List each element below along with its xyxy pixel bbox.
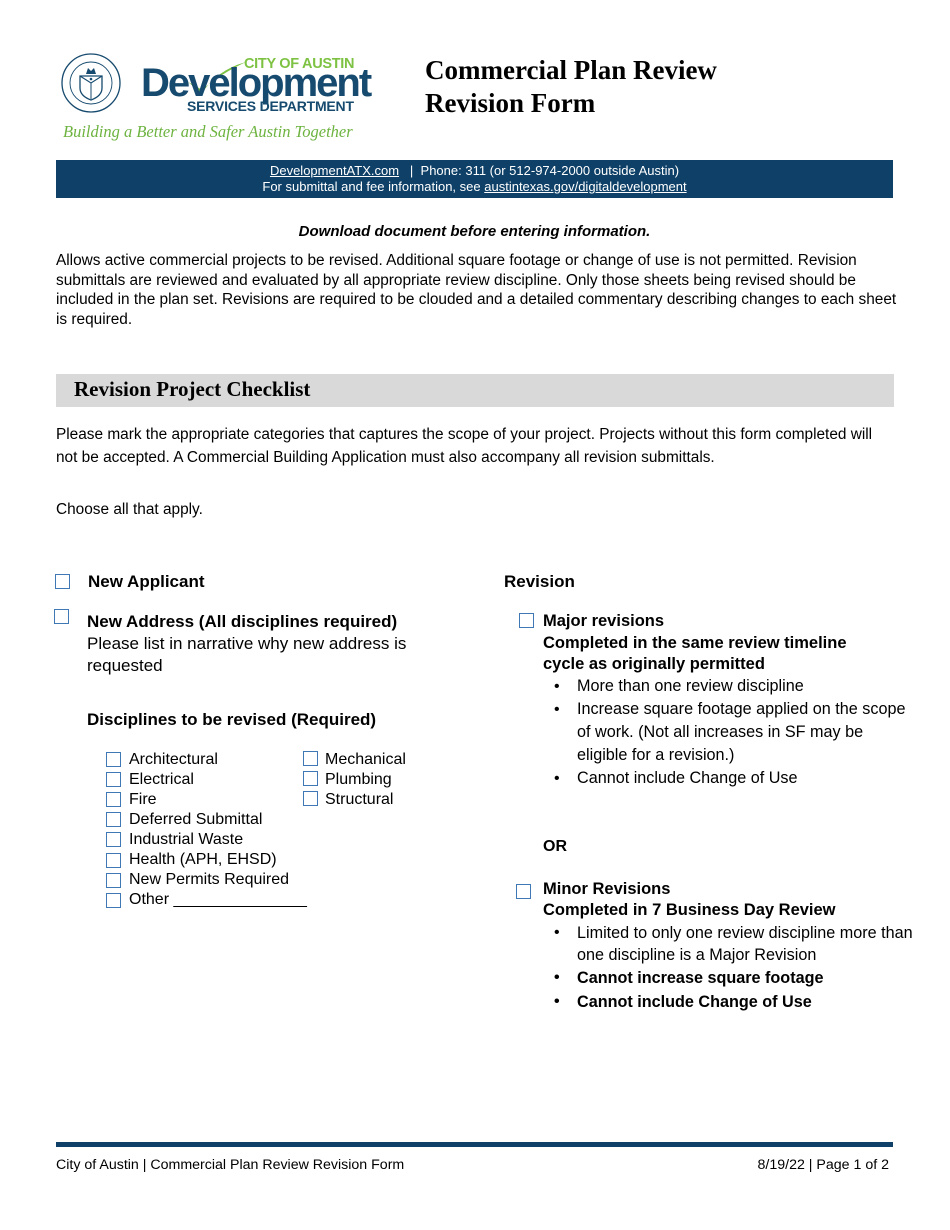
discipline-health-checkbox[interactable] xyxy=(106,853,121,868)
discipline-other-label[interactable]: Other _______________ xyxy=(129,890,307,910)
major-revisions-subtitle: Completed in the same review timeline cy… xyxy=(543,634,847,673)
discipline-fire-checkbox[interactable] xyxy=(106,792,121,807)
discipline-new-permits-checkbox[interactable] xyxy=(106,873,121,888)
disciplines-heading: Disciplines to be revised (Required) xyxy=(87,710,377,729)
download-note: Download document before entering inform… xyxy=(298,223,651,240)
footer-page-info: 8/19/22 | Page 1 of 2 xyxy=(757,1157,889,1173)
discipline-label: New Permits Required xyxy=(129,871,290,888)
footer-doc-name: City of Austin | Commercial Plan Review … xyxy=(56,1157,405,1173)
website-link[interactable]: DevelopmentATX.com xyxy=(270,163,399,178)
revision-heading: Revision xyxy=(504,572,575,591)
new-address-label: New Address (All disciplines required) xyxy=(87,612,398,631)
city-seal-icon xyxy=(60,52,122,114)
discipline-label: Architectural xyxy=(129,751,218,768)
discipline-other-checkbox[interactable] xyxy=(106,893,121,908)
minor-revisions-checkbox[interactable] xyxy=(516,884,531,899)
new-applicant-checkbox[interactable] xyxy=(55,574,70,589)
minor-bullet: Cannot include Change of Use xyxy=(543,990,913,1014)
page-title-line1: Commercial Plan Review xyxy=(425,55,717,85)
minor-bullet: Limited to only one review discipline mo… xyxy=(543,922,913,966)
major-revisions-bullets: More than one review discipline Increase… xyxy=(543,675,913,790)
major-bullet: More than one review discipline xyxy=(543,675,913,698)
major-revisions-checkbox[interactable] xyxy=(519,613,534,628)
discipline-label: Electrical xyxy=(129,771,194,788)
discipline-mechanical-checkbox[interactable] xyxy=(303,751,318,766)
banner-separator: | xyxy=(409,163,414,178)
discipline-label: Industrial Waste xyxy=(129,831,244,848)
intro-paragraph: Allows active commercial projects to be … xyxy=(56,252,897,328)
discipline-label: Deferred Submittal xyxy=(129,811,263,828)
discipline-electrical-checkbox[interactable] xyxy=(106,772,121,787)
major-bullet: Cannot include Change of Use xyxy=(543,767,913,790)
discipline-plumbing-checkbox[interactable] xyxy=(303,771,318,786)
checklist-instructions: Please mark the appropriate categories t… xyxy=(56,426,873,466)
discipline-deferred-submittal-checkbox[interactable] xyxy=(106,812,121,827)
discipline-label: Fire xyxy=(129,791,157,808)
new-address-description: Please list in narrative why new address… xyxy=(87,634,407,675)
discipline-label: Plumbing xyxy=(325,771,392,788)
digital-development-link[interactable]: austintexas.gov/digitaldevelopment xyxy=(484,179,686,194)
footer-rule xyxy=(56,1142,893,1147)
discipline-label: Structural xyxy=(325,791,394,808)
new-address-checkbox[interactable] xyxy=(54,609,69,624)
discipline-architectural-checkbox[interactable] xyxy=(106,752,121,767)
minor-revisions-subtitle: Completed in 7 Business Day Review xyxy=(543,901,836,919)
major-revisions-label: Major revisions xyxy=(543,612,665,630)
banner-phone: Phone: 311 (or 512-974-2000 outside Aust… xyxy=(420,163,680,178)
discipline-structural-checkbox[interactable] xyxy=(303,791,318,806)
page-title-line2: Revision Form xyxy=(425,88,596,118)
discipline-industrial-waste-checkbox[interactable] xyxy=(106,832,121,847)
minor-revisions-label: Minor Revisions xyxy=(543,880,671,898)
major-bullet: Increase square footage applied on the s… xyxy=(543,698,913,767)
page-title: Commercial Plan Review Revision Form xyxy=(425,54,717,120)
contact-banner: DevelopmentATX.com | Phone: 311 (or 512-… xyxy=(56,160,893,198)
choose-all-note: Choose all that apply. xyxy=(56,501,203,518)
new-applicant-label: New Applicant xyxy=(88,572,205,591)
section-title: Revision Project Checklist xyxy=(74,377,311,401)
discipline-label: Mechanical xyxy=(325,751,406,768)
minor-revisions-bullets: Limited to only one review discipline mo… xyxy=(543,922,913,1014)
banner-submittal-text: For submittal and fee information, see xyxy=(262,179,481,194)
minor-bullet: Cannot increase square footage xyxy=(543,966,913,990)
discipline-label: Health (APH, EHSD) xyxy=(129,851,277,868)
or-separator: OR xyxy=(543,838,567,855)
logo-services-department: SERVICES DEPARTMENT xyxy=(187,98,354,114)
logo-tagline: Building a Better and Safer Austin Toget… xyxy=(63,122,353,141)
